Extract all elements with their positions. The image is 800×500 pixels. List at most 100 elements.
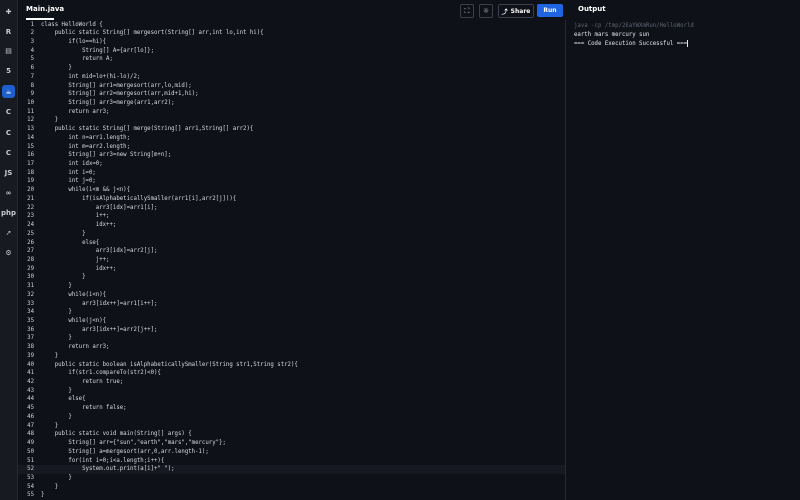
code-text: while(i<n){ [41,291,107,298]
code-line[interactable]: 33 arr3[idx++]=arr1[i++]; [18,300,565,309]
code-line[interactable]: 15 int m=arr2.length; [18,143,565,152]
code-text: } [41,387,72,394]
code-editor[interactable]: 1 class HelloWorld {2 public static Strin… [18,20,565,500]
code-line[interactable]: 37 } [18,334,565,343]
c-icon[interactable]: C [2,105,15,118]
output-status-text: === Code Execution Successful === [574,41,687,47]
code-line[interactable]: 52 System.out.print(a[i]+" "); [18,465,565,475]
code-text: } [41,352,59,359]
run-button[interactable]: Run [537,4,563,17]
cpp-icon[interactable]: C [2,126,15,139]
line-number: 23 [27,213,34,220]
code-line[interactable]: 35 while(j<n){ [18,317,565,326]
code-line[interactable]: 48 public static void main(String[] args… [18,430,565,439]
code-line[interactable]: 18 int i=0; [18,169,565,178]
code-line[interactable]: 38 return arr3; [18,343,565,352]
line-number: 15 [27,143,34,150]
database-icon[interactable]: ▤ [2,44,15,57]
code-line[interactable]: 41 if(str1.compareTo(str2)<0){ [18,369,565,378]
code-line[interactable]: 45 return false; [18,404,565,413]
code-line[interactable]: 16 String[] arr3=new String[m+n]; [18,151,565,160]
code-text: int j=0; [41,178,96,185]
code-line[interactable]: 40 public static boolean isAlphabeticall… [18,361,565,370]
code-line[interactable]: 55} [18,491,565,500]
code-line[interactable]: 12 } [18,116,565,125]
code-line[interactable]: 34 } [18,308,565,317]
php-icon[interactable]: php [1,206,16,219]
code-line[interactable]: 53 } [18,474,565,483]
code-text: } [41,283,72,290]
code-line[interactable]: 32 while(i<n){ [18,291,565,300]
code-line[interactable]: 31 } [18,282,565,291]
file-tab[interactable]: Main.java [26,5,64,13]
rust-icon[interactable]: ⚙ [2,246,15,259]
code-text: String[] arr={"sun","earth","mars","merc… [41,440,226,447]
code-line[interactable]: 14 int n=arr1.length; [18,134,565,143]
csharp-icon[interactable]: C [2,146,15,159]
code-line[interactable]: 44 else{ [18,395,565,404]
code-line[interactable]: 54 } [18,483,565,492]
code-line[interactable]: 46 } [18,413,565,422]
code-text: return A; [41,56,113,63]
code-line[interactable]: 9 String[] arr2=mergesort(arr,mid+1,hi); [18,90,565,99]
line-number: 4 [30,47,34,54]
code-text: String[] a=mergesort(arr,0,arr.length-1)… [41,448,209,455]
code-line[interactable]: 26 else{ [18,239,565,248]
code-line[interactable]: 17 int idx=0; [18,160,565,169]
code-line[interactable]: 49 String[] arr={"sun","earth","mars","m… [18,439,565,448]
java-icon[interactable]: ☕ [2,85,15,98]
python-icon[interactable]: ✚ [2,5,15,18]
code-line[interactable]: 28 j++; [18,256,565,265]
javascript-icon[interactable]: JS [2,166,15,179]
code-line[interactable]: 50 String[] a=mergesort(arr,0,arr.length… [18,448,565,457]
code-line[interactable]: 24 idx++; [18,221,565,230]
code-text: public static boolean isAlphabeticallySm… [41,361,298,368]
code-line[interactable]: 5 return A; [18,55,565,64]
code-text: } [41,65,72,72]
code-line[interactable]: 19 int j=0; [18,177,565,186]
code-text: for(int i=0;i<a.length;i++){ [41,457,165,464]
code-line[interactable]: 36 arr3[idx++]=arr2[j++]; [18,326,565,335]
code-line[interactable]: 25 } [18,230,565,239]
line-number: 12 [27,117,34,124]
theme-toggle-button[interactable]: ☼ [479,4,493,18]
code-line[interactable]: 20 while(i<m && j<n){ [18,186,565,195]
code-line[interactable]: 10 String[] arr3=merge(arr1,arr2); [18,99,565,108]
code-line[interactable]: 43 } [18,387,565,396]
line-number: 40 [27,361,34,368]
html5-icon[interactable]: 5 [2,64,15,77]
code-line[interactable]: 51 for(int i=0;i<a.length;i++){ [18,457,565,466]
code-line[interactable]: 4 String[] A={arr[lo]}; [18,47,565,56]
code-line[interactable]: 23 i++; [18,212,565,221]
code-line[interactable]: 30 } [18,273,565,282]
swift-icon[interactable]: ➚ [2,226,15,239]
line-number: 47 [27,422,34,429]
share-button[interactable]: ⤴ Share [498,4,534,18]
code-line[interactable]: 1 class HelloWorld { [18,21,565,30]
code-line[interactable]: 3 if(lo==hi){ [18,38,565,47]
go-icon[interactable]: ∞ [2,186,15,199]
fullscreen-button[interactable]: ⛶ [460,4,474,18]
output-command: java -cp /tmp/2EaYWXmRun/HelloWorld [574,23,694,29]
code-line[interactable]: 27 arr3[idx]=arr2[j]; [18,247,565,256]
code-line[interactable]: 7 int mid=lo+(hi-lo)/2; [18,73,565,82]
code-line[interactable]: 13 public static String[] merge(String[]… [18,125,565,134]
code-line[interactable]: 22 arr3[idx]=arr1[i]; [18,204,565,213]
line-number: 19 [27,178,34,185]
code-line[interactable]: 42 return true; [18,378,565,387]
top-bar: Main.java ⛶ ☼ ⤴ Share Run Output [18,0,800,21]
r-icon[interactable]: R [2,25,15,38]
code-line[interactable]: 21 if(isAlphabeticallySmaller(arr1[i],ar… [18,195,565,204]
line-number: 41 [27,370,34,377]
code-line[interactable]: 47 } [18,422,565,431]
code-line[interactable]: 6 } [18,64,565,73]
line-number: 45 [27,405,34,412]
code-line[interactable]: 8 String[] arr1=mergesort(arr,lo,mid); [18,82,565,91]
code-line[interactable]: 2 public static String[] mergesort(Strin… [18,29,565,38]
code-text: int mid=lo+(hi-lo)/2; [41,73,141,80]
line-number: 5 [30,56,34,63]
code-line[interactable]: 29 idx++; [18,265,565,274]
line-number: 27 [27,248,34,255]
code-line[interactable]: 39 } [18,352,565,361]
code-line[interactable]: 11 return arr3; [18,108,565,117]
